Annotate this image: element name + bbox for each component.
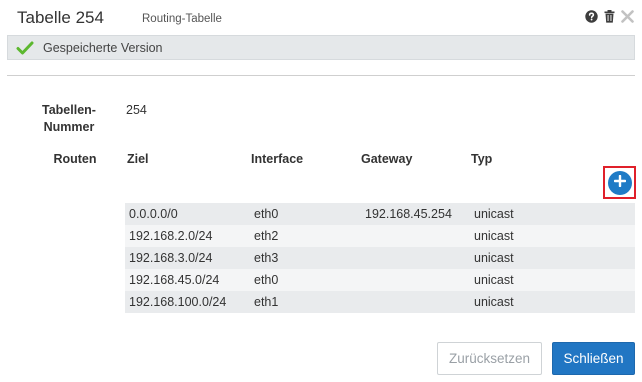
- table-number-label: Tabellen- Nummer: [38, 102, 100, 136]
- close-button[interactable]: Schließen: [552, 342, 635, 375]
- dialog-title: Tabelle 254: [17, 8, 104, 27]
- notice-text: Gespeicherte Version: [43, 40, 163, 55]
- add-route-highlight: [603, 166, 636, 199]
- table-row[interactable]: 192.168.3.0/24 eth3 unicast: [125, 247, 635, 269]
- trash-icon[interactable]: [602, 9, 616, 23]
- cell-interface: eth0: [254, 273, 279, 287]
- table-row[interactable]: 192.168.2.0/24 eth2 unicast: [125, 225, 635, 247]
- table-number-label-line1: Tabellen-: [42, 103, 96, 117]
- cell-typ: unicast: [474, 273, 514, 287]
- cell-interface: eth0: [254, 207, 279, 221]
- dialog-header: Tabelle 254 Routing-Tabelle: [0, 0, 642, 34]
- cell-typ: unicast: [474, 207, 514, 221]
- routes-table: 0.0.0.0/0 eth0 192.168.45.254 unicast 19…: [125, 203, 635, 313]
- cell-ziel: 192.168.100.0/24: [129, 295, 227, 309]
- column-header-gateway: Gateway: [361, 152, 413, 166]
- saved-version-notice: Gespeicherte Version: [7, 35, 635, 60]
- table-row[interactable]: 0.0.0.0/0 eth0 192.168.45.254 unicast: [125, 203, 635, 225]
- help-icon[interactable]: [584, 9, 598, 23]
- divider: [7, 75, 635, 76]
- close-icon[interactable]: [620, 9, 634, 23]
- column-header-interface: Interface: [251, 152, 304, 166]
- column-header-typ: Typ: [471, 152, 493, 166]
- table-row[interactable]: 192.168.100.0/24 eth1 unicast: [125, 291, 635, 313]
- reset-button[interactable]: Zurücksetzen: [437, 342, 542, 375]
- table-row[interactable]: 192.168.45.0/24 eth0 unicast: [125, 269, 635, 291]
- cell-ziel: 192.168.45.0/24: [129, 273, 220, 287]
- cell-interface: eth3: [254, 251, 279, 265]
- cell-gateway: 192.168.45.254: [365, 207, 452, 221]
- check-icon: [16, 41, 34, 55]
- table-number-label-line2: Nummer: [43, 120, 95, 134]
- cell-ziel: 192.168.3.0/24: [129, 251, 213, 265]
- column-header-ziel: Ziel: [127, 152, 149, 166]
- dialog-subtitle: Routing-Tabelle: [142, 13, 222, 25]
- cell-interface: eth1: [254, 295, 279, 309]
- header-actions: [584, 9, 634, 23]
- routes-label: Routen: [53, 152, 97, 166]
- cell-interface: eth2: [254, 229, 279, 243]
- add-route-button[interactable]: [607, 170, 632, 195]
- cell-ziel: 0.0.0.0/0: [129, 207, 178, 221]
- cell-ziel: 192.168.2.0/24: [129, 229, 213, 243]
- cell-typ: unicast: [474, 251, 514, 265]
- plus-icon: [613, 174, 626, 192]
- table-number-value: 254: [126, 103, 147, 117]
- cell-typ: unicast: [474, 295, 514, 309]
- cell-typ: unicast: [474, 229, 514, 243]
